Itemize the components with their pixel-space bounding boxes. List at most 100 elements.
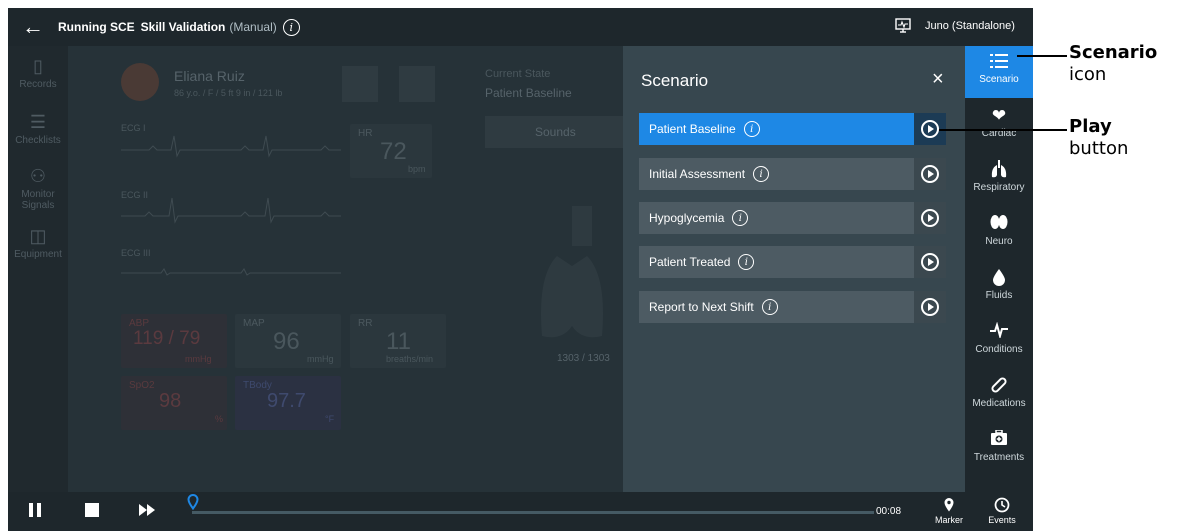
play-callout: Play button xyxy=(1069,116,1128,160)
info-icon[interactable]: i xyxy=(761,299,778,315)
pulse-icon xyxy=(965,321,1033,344)
spo2-value: 98 xyxy=(159,390,182,412)
tbody-value: 97.7 xyxy=(267,390,306,412)
ecg-lead-3-label: ECG III xyxy=(121,248,151,258)
scenario-item-label: Patient Baseline xyxy=(649,122,736,136)
info-icon[interactable]: i xyxy=(732,210,749,226)
play-icon xyxy=(921,120,939,138)
right-nav-treatments[interactable]: Treatments xyxy=(965,424,1033,476)
app-window: ← Running SCE Skill Validation (Manual) … xyxy=(8,8,1033,531)
info-icon[interactable]: i xyxy=(282,18,300,36)
spo2-unit: % xyxy=(215,414,224,424)
clock-icon xyxy=(994,497,1010,513)
play-icon xyxy=(921,209,939,227)
device-label: Juno (Standalone) xyxy=(925,20,1015,32)
play-callout-line xyxy=(939,129,1067,131)
scenario-panel-title: Scenario xyxy=(641,71,709,90)
heart-icon: ❤ xyxy=(991,106,1007,125)
clipboard-icon: ▯ xyxy=(33,56,43,76)
right-nav-label: Neuro xyxy=(985,236,1013,247)
scenario-item-report-to-next-shift[interactable]: Report to Next Shift i xyxy=(639,291,946,323)
left-nav-records[interactable]: ▯ Records xyxy=(8,56,68,90)
right-nav-label: Treatments xyxy=(973,452,1025,463)
abp-panel: ABP 119 / 79 mmHg xyxy=(121,314,227,368)
monitor-icon[interactable] xyxy=(895,18,911,36)
spo2-label: SpO2 xyxy=(129,380,155,391)
scenario-item-label: Patient Treated xyxy=(649,255,731,269)
patient-details: 86 y.o. / F / 5 ft 9 in / 121 lb xyxy=(174,88,283,98)
left-nav-equipment[interactable]: ◫ Equipment xyxy=(8,226,68,260)
current-state-label: Current State xyxy=(485,68,551,80)
marker-pin-icon[interactable] xyxy=(187,493,199,515)
right-nav-label: Scenario xyxy=(979,74,1019,85)
frame-counter: 1303 / 1303 xyxy=(557,353,610,364)
right-nav-medications[interactable]: Medications xyxy=(965,370,1033,422)
tbody-unit: °F xyxy=(325,414,335,424)
rr-panel: RR 11 breaths/min xyxy=(350,314,446,368)
marker-label: Marker xyxy=(934,515,963,525)
play-button[interactable] xyxy=(914,291,946,323)
fast-forward-button[interactable] xyxy=(138,502,156,523)
left-nav-label: Checklists xyxy=(15,135,61,146)
scenario-item-patient-treated[interactable]: Patient Treated i xyxy=(639,246,946,278)
info-icon[interactable]: i xyxy=(743,121,760,137)
right-nav-scenario[interactable]: Scenario xyxy=(965,46,1033,98)
right-nav-neuro[interactable]: Neuro xyxy=(965,208,1033,260)
map-value: 96 xyxy=(273,328,300,355)
spo2-panel: SpO2 98 % xyxy=(121,376,227,430)
right-nav-label: Medications xyxy=(972,398,1026,409)
abp-unit: mmHg xyxy=(185,354,212,364)
right-nav-label: Respiratory xyxy=(973,182,1025,193)
rr-value: 11 xyxy=(386,328,411,355)
play-icon xyxy=(921,298,939,316)
play-button[interactable] xyxy=(914,246,946,278)
map-panel: MAP 96 mmHg xyxy=(235,314,341,368)
patient-monitor: Eliana Ruiz 86 y.o. / F / 5 ft 9 in / 12… xyxy=(68,46,623,492)
timeline-track[interactable] xyxy=(192,511,874,514)
scenario-item-patient-baseline[interactable]: Patient Baseline i xyxy=(639,113,946,145)
right-nav: Scenario ❤ Cardiac Respiratory Neuro Flu… xyxy=(965,46,1033,492)
equipment-icon: ◫ xyxy=(29,226,47,246)
playback-bar: 00:08 Marker Events xyxy=(8,492,1033,531)
ecg-waveform xyxy=(121,135,341,158)
right-nav-cardiac[interactable]: ❤ Cardiac xyxy=(965,100,1033,152)
scenario-item-initial-assessment[interactable]: Initial Assessment i xyxy=(639,158,946,190)
running-title: Running SCE xyxy=(58,20,135,34)
left-nav-label: Records xyxy=(19,79,57,90)
mode-label: (Manual) xyxy=(229,20,277,34)
scenario-item-hypoglycemia[interactable]: Hypoglycemia i xyxy=(639,202,946,234)
close-icon[interactable]: × xyxy=(932,68,944,91)
scenario-callout-desc: icon xyxy=(1069,64,1107,85)
ecg-waveform xyxy=(121,197,341,224)
hr-label: HR xyxy=(358,128,373,139)
play-button[interactable] xyxy=(914,158,946,190)
right-nav-fluids[interactable]: Fluids xyxy=(965,262,1033,314)
right-nav-label: Conditions xyxy=(975,344,1023,355)
right-nav-respiratory[interactable]: Respiratory xyxy=(965,154,1033,206)
checklist-icon: ☰ xyxy=(29,112,47,132)
scenario-callout-title: Scenario xyxy=(1069,42,1158,63)
play-button[interactable] xyxy=(914,202,946,234)
play-icon xyxy=(921,165,939,183)
pill-icon xyxy=(965,376,1033,398)
back-arrow-icon[interactable]: ← xyxy=(8,14,58,40)
lungs-icon xyxy=(965,160,1033,182)
play-callout-title: Play xyxy=(1069,116,1112,137)
stop-button[interactable] xyxy=(84,502,100,523)
info-icon[interactable]: i xyxy=(738,254,755,270)
events-button[interactable]: Events xyxy=(982,497,1022,525)
marker-button[interactable]: Marker xyxy=(929,497,969,525)
info-icon[interactable]: i xyxy=(753,166,770,182)
left-nav-monitor-signals[interactable]: ⚇ Monitor Signals xyxy=(8,166,68,211)
alarm-off-button[interactable] xyxy=(399,66,435,102)
sounds-button-label: Sounds xyxy=(535,125,576,139)
scenario-callout-line xyxy=(1017,55,1067,57)
rr-unit: breaths/min xyxy=(386,354,434,364)
pause-button[interactable] xyxy=(28,502,42,523)
left-nav-checklists[interactable]: ☰ Checklists xyxy=(8,112,68,146)
rr-label: RR xyxy=(358,318,373,329)
right-nav-conditions[interactable]: Conditions xyxy=(965,316,1033,368)
hr-panel: HR 72 bpm xyxy=(350,124,432,178)
left-nav: ▯ Records ☰ Checklists ⚇ Monitor Signals… xyxy=(8,46,68,492)
layout-button[interactable] xyxy=(342,66,378,102)
